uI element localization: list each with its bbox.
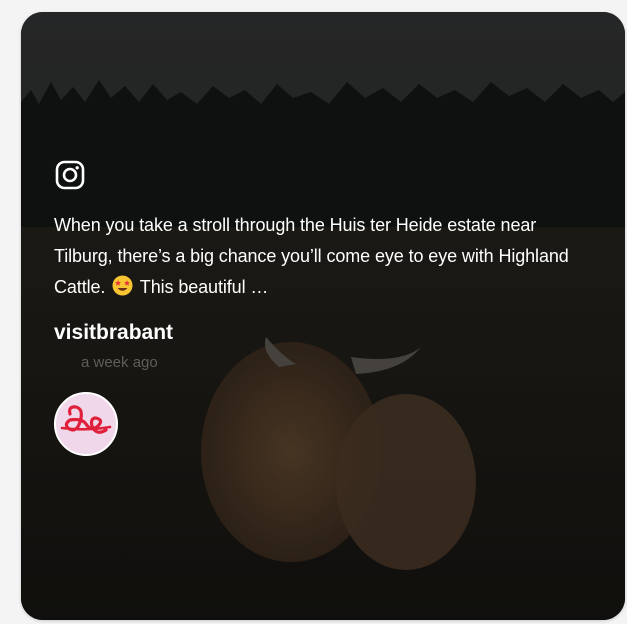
post-content: When you take a stroll through the Huis … [54, 159, 594, 456]
visitbrabant-logo-icon [60, 405, 112, 434]
post-username[interactable]: visitbrabant [54, 321, 594, 345]
post-timestamp: a week ago [81, 354, 158, 371]
instagram-post-card[interactable]: When you take a stroll through the Huis … [21, 12, 625, 620]
avatar[interactable] [54, 392, 118, 456]
star-struck-emoji-icon [112, 275, 133, 296]
post-caption[interactable]: When you take a stroll through the Huis … [54, 210, 584, 303]
instagram-icon[interactable] [54, 159, 86, 191]
widget-background: When you take a stroll through the Huis … [0, 0, 627, 624]
caption-text-continued: This beautiful … [135, 277, 269, 297]
